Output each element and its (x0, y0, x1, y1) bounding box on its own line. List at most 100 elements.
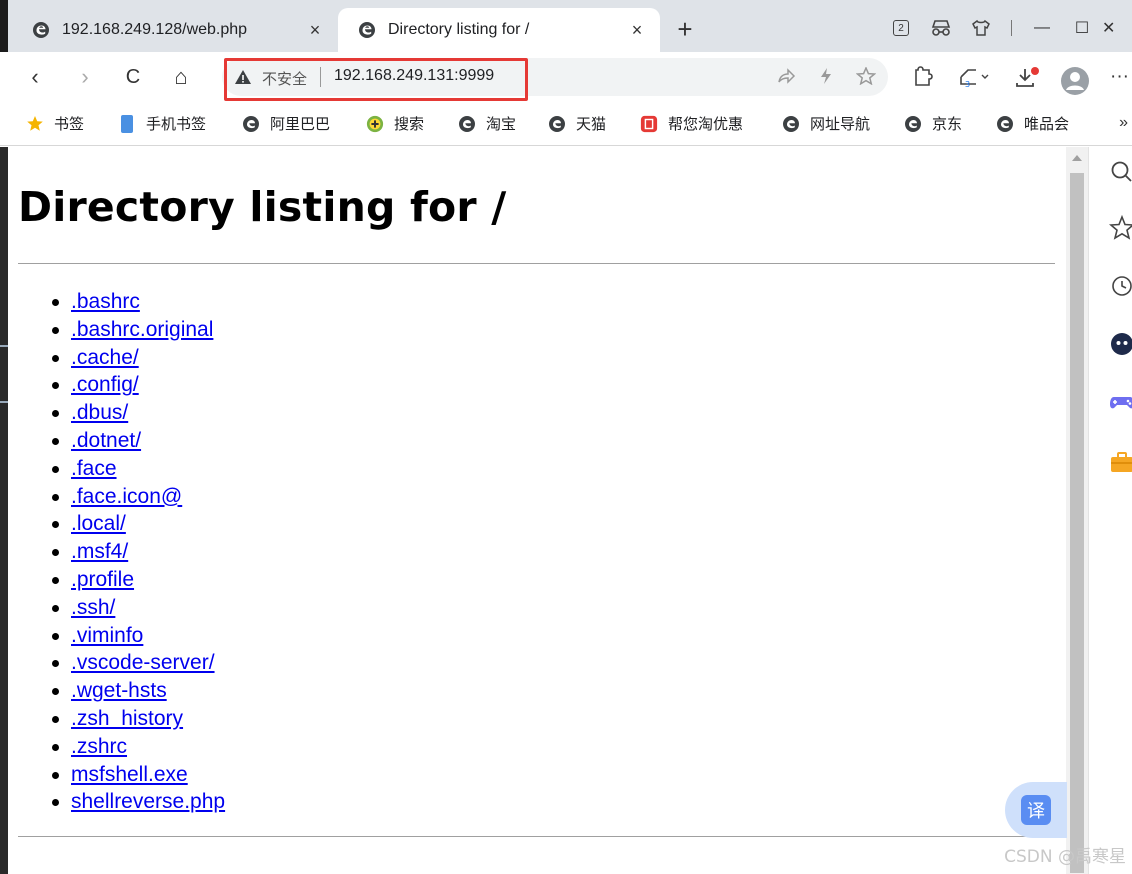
translate-button[interactable]: 译 (1005, 782, 1067, 838)
list-item: .face (52, 455, 225, 483)
assistant-bot-icon[interactable] (1109, 331, 1132, 357)
file-link[interactable]: .face.icon@ (71, 485, 182, 508)
extensions-icon[interactable] (912, 66, 934, 88)
bookmark-label: 网址导航 (810, 116, 871, 133)
back-button[interactable]: ‹ (20, 64, 50, 90)
file-link[interactable]: .profile (71, 568, 134, 591)
profile-avatar-icon[interactable] (1060, 66, 1090, 96)
bookmark-item[interactable]: 手机书签 (118, 113, 206, 134)
shirt-skin-icon[interactable] (961, 14, 1001, 42)
incognito-icon[interactable] (921, 14, 961, 42)
file-link[interactable]: .face (71, 457, 117, 480)
file-link[interactable]: .dbus/ (71, 401, 128, 424)
edge-sidebar (1088, 147, 1132, 874)
new-tab-button[interactable]: + (672, 14, 698, 44)
tab-web-php[interactable]: 192.168.249.128/web.php × (12, 8, 338, 52)
file-link[interactable]: .wget-hsts (71, 679, 167, 702)
game-controller-icon[interactable] (1109, 389, 1132, 415)
phone-icon (118, 114, 136, 133)
home-button[interactable]: ⌂ (166, 64, 196, 90)
list-item: .bashrc (52, 288, 225, 316)
edge-favicon-icon (782, 115, 800, 133)
forward-button[interactable]: › (70, 64, 100, 90)
file-link[interactable]: shellreverse.php (71, 790, 225, 813)
tab-close-icon[interactable]: × (628, 20, 646, 41)
bookmark-label: 手机书签 (146, 116, 207, 133)
background-window-edge (0, 147, 8, 874)
file-link[interactable]: .config/ (71, 373, 139, 396)
file-link[interactable]: .bashrc.original (71, 318, 213, 341)
collections-icon[interactable]: 3 (958, 66, 990, 88)
more-menu-button[interactable]: ··· (1110, 66, 1129, 88)
list-item: .zshrc (52, 733, 225, 761)
bookmark-item[interactable]: 淘宝 (458, 113, 516, 134)
list-item: .wget-hsts (52, 677, 225, 705)
window-edge (0, 0, 8, 52)
edge-stripe (0, 345, 8, 347)
favorite-star-icon[interactable] (855, 66, 877, 90)
file-link[interactable]: .viminfo (71, 624, 143, 647)
list-item: .local/ (52, 510, 225, 538)
edge-favicon-icon (242, 115, 260, 133)
bookmark-item[interactable]: 京东 (904, 113, 962, 134)
bookmark-item[interactable]: 帮您淘优惠 (640, 113, 743, 134)
bookmarks-overflow-button[interactable]: » (1119, 114, 1128, 132)
bookmark-item[interactable]: 唯品会 (996, 113, 1069, 134)
bookmark-item[interactable]: 网址导航 (782, 113, 870, 134)
tab-close-icon[interactable]: × (306, 20, 324, 41)
window-controls-divider (1011, 20, 1012, 36)
file-link[interactable]: .vscode-server/ (71, 651, 215, 674)
watermark: CSDN @禹寒星 (1004, 847, 1126, 867)
file-link[interactable]: .bashrc (71, 290, 140, 313)
page-title: Directory listing for / (18, 183, 507, 231)
list-item: .bashrc.original (52, 316, 225, 344)
bookmark-item[interactable]: 阿里巴巴 (242, 113, 330, 134)
share-icon[interactable] (776, 67, 796, 90)
tab-strip: 192.168.249.128/web.php × Directory list… (0, 0, 1132, 52)
file-link[interactable]: .dotnet/ (71, 429, 141, 452)
reload-button[interactable]: C (118, 64, 148, 90)
page-content: Directory listing for / .bashrc .bashrc.o… (8, 147, 1066, 874)
bookmark-item[interactable]: 天猫 (548, 113, 606, 134)
favorites-star-icon[interactable] (1109, 215, 1132, 241)
file-link[interactable]: .cache/ (71, 346, 139, 369)
lightning-icon[interactable] (818, 67, 834, 90)
downloads-icon[interactable] (1014, 66, 1040, 88)
toolbox-briefcase-icon[interactable] (1109, 449, 1132, 475)
bookmark-label: 帮您淘优惠 (668, 116, 744, 133)
vertical-scrollbar[interactable] (1066, 147, 1088, 874)
list-item: .zsh_history (52, 705, 225, 733)
url-highlight-box (224, 58, 528, 101)
tab-title: 192.168.249.128/web.php (62, 21, 248, 38)
list-item: .msf4/ (52, 538, 225, 566)
edge-favicon-icon (458, 115, 476, 133)
list-item: .ssh/ (52, 594, 225, 622)
address-bar-actions (776, 66, 877, 90)
scrollbar-thumb[interactable] (1070, 173, 1084, 873)
bookmark-item[interactable]: 书签 (26, 113, 84, 134)
edge-favicon-icon (548, 115, 566, 133)
file-link[interactable]: .msf4/ (71, 540, 128, 563)
list-item: .cache/ (52, 344, 225, 372)
file-link[interactable]: .ssh/ (71, 596, 115, 619)
svg-text:3: 3 (965, 80, 970, 88)
edge-favicon-icon (904, 115, 922, 133)
maximize-button[interactable]: ☐ (1062, 14, 1102, 42)
scroll-up-arrow-icon[interactable] (1072, 155, 1082, 161)
list-item: .dbus/ (52, 399, 225, 427)
top-divider (18, 263, 1055, 264)
file-list: .bashrc .bashrc.original .cache/ .config/ .d… (52, 288, 225, 816)
tab-count-button[interactable]: 2 (881, 14, 921, 42)
tab-directory-listing[interactable]: Directory listing for / × (338, 8, 660, 52)
minimize-button[interactable]: — (1022, 14, 1062, 42)
edge-favicon-icon (996, 115, 1014, 133)
file-link[interactable]: .local/ (71, 512, 126, 535)
history-clock-icon[interactable] (1109, 273, 1132, 299)
bookmark-item[interactable]: 搜索 (366, 113, 424, 134)
search-icon[interactable] (1109, 159, 1132, 185)
file-link[interactable]: msfshell.exe (71, 763, 188, 786)
file-link[interactable]: .zsh_history (71, 707, 183, 730)
close-window-button[interactable]: ✕ (1102, 14, 1132, 42)
file-link[interactable]: .zshrc (71, 735, 127, 758)
bookmarks-bar: 书签 手机书签 阿里巴巴 搜索 淘宝 天猫 帮您淘优惠 网址导航 京东 唯品会 … (0, 102, 1132, 146)
